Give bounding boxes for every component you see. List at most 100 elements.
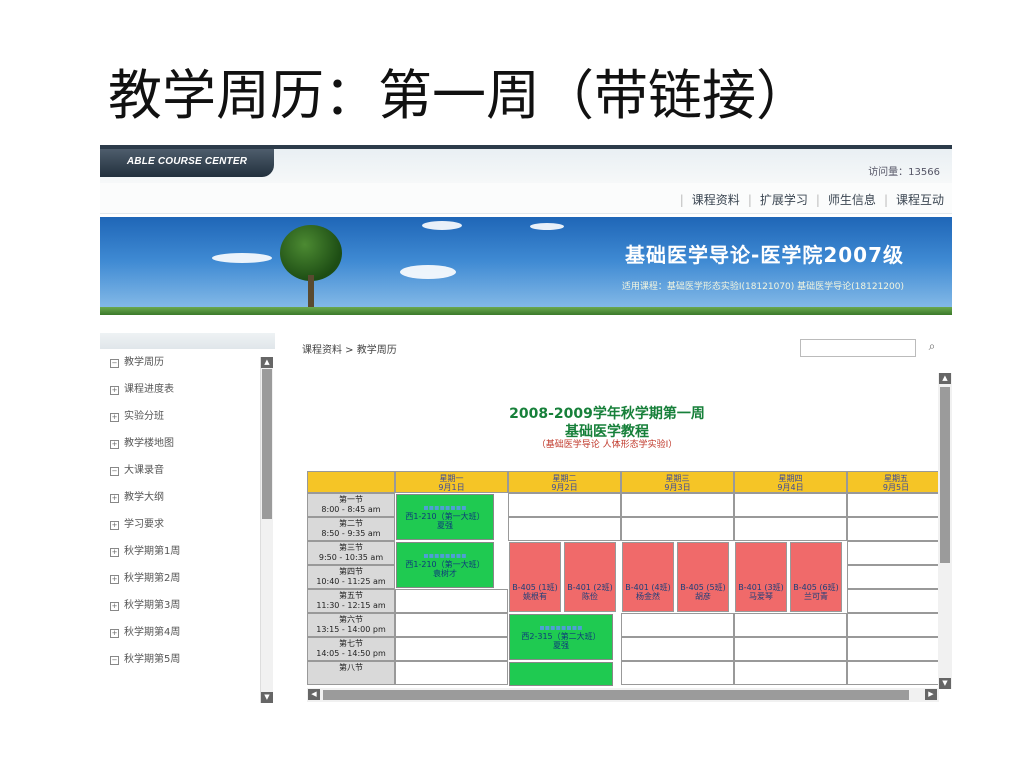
schedule-cell xyxy=(847,589,945,613)
cloud-image xyxy=(400,265,456,279)
schedule-cell xyxy=(847,637,945,661)
scroll-left-icon[interactable]: ◀ xyxy=(308,689,320,700)
day-header-fri: 星期五 9月5日 xyxy=(847,471,945,493)
schedule-cell xyxy=(395,589,508,613)
schedule-cell xyxy=(847,661,945,685)
period-label: 第二节 8:50 - 9:35 am xyxy=(307,517,395,541)
sidebar-item-teaching-calendar[interactable]: − 教学周历 xyxy=(100,349,275,376)
nav-divider: | xyxy=(747,192,752,207)
nav-divider: | xyxy=(883,192,888,207)
scroll-down-icon[interactable]: ▼ xyxy=(939,678,951,689)
grass-strip xyxy=(100,307,952,315)
vertical-scroll-thumb[interactable] xyxy=(940,387,950,563)
calendar-frame: 2008-2009学年秋学期第一周 基础医学教程 （基础医学导论 人体形态学实验… xyxy=(307,373,945,703)
sidebar-item-lab-groups[interactable]: + 实验分班 xyxy=(100,403,275,430)
collapse-icon: − xyxy=(110,359,119,368)
period-label: 第五节 11:30 - 12:15 am xyxy=(307,589,395,613)
tree-trunk xyxy=(308,275,314,309)
sidebar-item-lecture-audio[interactable]: − 大课录音 xyxy=(100,457,275,484)
sidebar-item-week-2[interactable]: + 秋学期第2周 xyxy=(100,565,275,592)
expand-icon: + xyxy=(110,521,119,530)
banner-subtitle: 适用课程：基础医学形态实验Ⅰ(18121070) 基础医学导论(18121200… xyxy=(621,282,904,292)
schedule-cell xyxy=(395,637,508,661)
sidebar-item-week-3[interactable]: + 秋学期第3周 xyxy=(100,592,275,619)
nav-divider: | xyxy=(679,192,684,207)
sidebar-item-requirements[interactable]: + 学习要求 xyxy=(100,511,275,538)
class-block-lab[interactable]: B-405 (6班) 兰可青 xyxy=(790,542,842,612)
sidebar-item-syllabus[interactable]: + 教学大纲 xyxy=(100,484,275,511)
sidebar-item-week-1[interactable]: + 秋学期第1周 xyxy=(100,538,275,565)
day-header-mon: 星期一 9月1日 xyxy=(395,471,508,493)
class-block-lab[interactable]: B-401 (3班) 马爱琴 xyxy=(735,542,787,612)
main-nav: | 课程资料 | 扩展学习 | 师生信息 | 课程互动 xyxy=(100,183,952,214)
period-label: 第一节 8:00 - 8:45 am xyxy=(307,493,395,517)
schedule-cell xyxy=(847,541,945,565)
scroll-right-icon[interactable]: ▶ xyxy=(925,689,937,700)
class-block-lecture[interactable]: ▪▪▪▪▪▪▪▪ 西1-210（第一大班） 夏强 xyxy=(396,494,494,540)
expand-icon: + xyxy=(110,548,119,557)
nav-course-interaction[interactable]: 课程互动 xyxy=(896,191,944,208)
sidebar-item-week-4[interactable]: + 秋学期第4周 xyxy=(100,619,275,646)
period-label: 第八节 xyxy=(307,661,395,685)
horizontal-scroll-thumb[interactable] xyxy=(323,690,909,700)
class-block-lab[interactable]: B-405 (5班) 胡彦 xyxy=(677,542,729,612)
search-icon[interactable]: ⌕ xyxy=(924,338,940,354)
breadcrumb[interactable]: 课程资料 > 教学周历 xyxy=(302,341,397,356)
content-header: 课程资料 > 教学周历 ⌕ xyxy=(290,333,952,361)
visit-counter: 访问量：13566 xyxy=(868,167,940,178)
calendar-horizontal-scrollbar[interactable]: ◀ ▶ xyxy=(307,688,939,702)
scroll-up-icon[interactable]: ▲ xyxy=(939,373,951,384)
schedule-cell xyxy=(847,493,945,517)
tree-image xyxy=(280,225,342,281)
schedule-cell xyxy=(621,661,734,685)
slide-title: 教学周历：第一周（带链接） xyxy=(108,64,810,127)
class-block-lecture[interactable]: ▪▪▪▪▪▪▪▪ 西1-210（第一大班） 袁树才 xyxy=(396,542,494,588)
sidebar-header xyxy=(100,333,275,349)
sidebar-item-week-5[interactable]: − 秋学期第5周 xyxy=(100,646,275,673)
calendar-vertical-scrollbar[interactable]: ▲ ▼ xyxy=(938,373,952,689)
expand-icon: + xyxy=(110,575,119,584)
schedule-cell xyxy=(621,517,734,541)
nav-course-materials[interactable]: 课程资料 xyxy=(692,191,740,208)
sidebar-item-building-map[interactable]: + 教学楼地图 xyxy=(100,430,275,457)
banner-title: 基础医学导论-医学院2007级 xyxy=(625,243,904,267)
class-block-lecture[interactable]: ▪▪▪▪▪▪▪▪ 西2-315（第二大班） 夏强 xyxy=(509,614,613,660)
class-block-lecture[interactable] xyxy=(509,662,613,686)
schedule-cell xyxy=(734,613,847,637)
sidebar-scrollbar[interactable]: ▲ ▼ xyxy=(260,357,273,703)
semester-title: 2008-2009学年秋学期第一周 xyxy=(509,406,705,422)
top-bar: ABLE COURSE CENTER 访问量：13566 xyxy=(100,145,952,183)
nav-extended-learning[interactable]: 扩展学习 xyxy=(760,191,808,208)
class-block-lab[interactable]: B-405 (1班) 姚根有 xyxy=(509,542,561,612)
schedule-cell xyxy=(734,637,847,661)
scroll-down-icon[interactable]: ▼ xyxy=(261,692,273,703)
sidebar-item-progress[interactable]: + 课程进度表 xyxy=(100,376,275,403)
schedule-cell xyxy=(847,517,945,541)
period-label: 第四节 10:40 - 11:25 am xyxy=(307,565,395,589)
search-input[interactable] xyxy=(800,339,916,357)
collapse-icon: − xyxy=(110,467,119,476)
expand-icon: + xyxy=(110,629,119,638)
nav-teacher-student-info[interactable]: 师生信息 xyxy=(828,191,876,208)
day-header-tue: 星期二 9月2日 xyxy=(508,471,621,493)
course-note: （基础医学导论 人体形态学实验Ⅰ） xyxy=(536,440,678,450)
scroll-up-icon[interactable]: ▲ xyxy=(261,357,273,368)
expand-icon: + xyxy=(110,494,119,503)
class-block-lab[interactable]: B-401 (2班) 陈俭 xyxy=(564,542,616,612)
schedule-grid: 星期一 9月1日 星期二 9月2日 星期三 9月3日 星期四 9月4日 星期五 9月5日 … xyxy=(307,471,945,691)
nav-divider: | xyxy=(815,192,820,207)
period-label: 第六节 13:15 - 14:00 pm xyxy=(307,613,395,637)
expand-icon: + xyxy=(110,602,119,611)
cloud-image xyxy=(530,223,564,230)
schedule-cell xyxy=(508,517,621,541)
day-header-wed: 星期三 9月3日 xyxy=(621,471,734,493)
period-label: 第三节 9:50 - 10:35 am xyxy=(307,541,395,565)
course-banner: 基础医学导论-医学院2007级 适用课程：基础医学形态实验Ⅰ(18121070)… xyxy=(100,217,952,315)
schedule-cell xyxy=(621,493,734,517)
schedule-cell xyxy=(734,517,847,541)
class-block-lab[interactable]: B-401 (4班) 杨金然 xyxy=(622,542,674,612)
schedule-cell xyxy=(395,661,508,685)
collapse-icon: − xyxy=(110,656,119,665)
brand-logo[interactable]: ABLE COURSE CENTER xyxy=(100,149,274,177)
sidebar-scroll-thumb[interactable] xyxy=(262,369,272,519)
